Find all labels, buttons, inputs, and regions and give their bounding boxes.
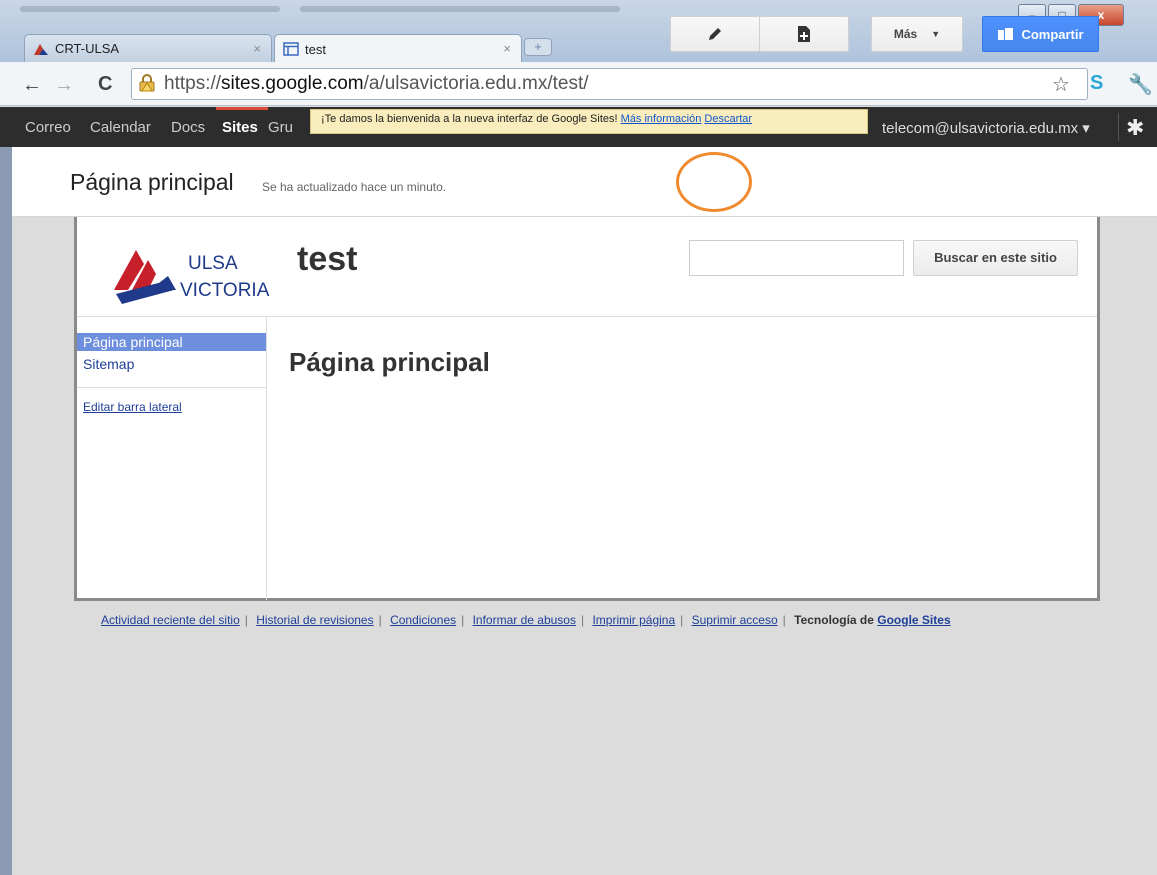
highlight-circle-annotation: [676, 152, 752, 212]
url-scheme: https://: [164, 73, 222, 94]
reload-icon[interactable]: C: [98, 73, 112, 96]
dismiss-link[interactable]: Descartar: [704, 113, 752, 125]
footer-link-google-sites[interactable]: Google Sites: [877, 613, 950, 627]
share-label: Compartir: [1021, 26, 1084, 42]
sidebar-divider: [77, 387, 267, 388]
bookmark-star-icon[interactable]: ☆: [1052, 72, 1070, 97]
footer-link-recent-activity[interactable]: Actividad reciente del sitio: [101, 613, 240, 627]
sidebar-item-sitemap[interactable]: Sitemap: [83, 356, 134, 372]
footer-link-report-abuse[interactable]: Informar de abusos: [473, 613, 576, 627]
more-info-link[interactable]: Más información: [621, 113, 702, 125]
ulsa-favicon-icon: [34, 43, 48, 55]
gbar-link-correo[interactable]: Correo: [25, 119, 71, 136]
gbar-divider: [1118, 113, 1119, 141]
gear-icon[interactable]: ✱: [1126, 115, 1144, 141]
sites-favicon-icon: [283, 42, 299, 56]
logo-text-ulsa: ULSA: [188, 253, 238, 274]
page-title: Página principal: [70, 169, 234, 195]
tab-close-icon[interactable]: ×: [503, 41, 511, 56]
wrench-icon[interactable]: 🔧: [1128, 72, 1153, 97]
footer-separator: |: [378, 613, 382, 627]
chevron-down-icon: ▼: [931, 29, 941, 39]
sidebar-item-home[interactable]: Página principal: [77, 333, 266, 351]
gbar-link-calendar[interactable]: Calendar: [90, 119, 151, 136]
gbar-link-docs[interactable]: Docs: [171, 119, 205, 136]
blurred-background: [300, 6, 620, 12]
footer-link-remove-access[interactable]: Suprimir acceso: [692, 613, 778, 627]
edit-sidebar-link[interactable]: Editar barra lateral: [83, 400, 182, 414]
new-page-icon: [798, 26, 810, 42]
footer-separator: |: [782, 613, 786, 627]
tab-crt-ulsa[interactable]: CRT-ULSA ×: [24, 34, 272, 62]
new-tab-button[interactable]: +: [524, 38, 552, 56]
welcome-notice: ¡Te damos la bienvenida a la nueva inter…: [310, 109, 868, 134]
tab-close-icon[interactable]: ×: [253, 41, 261, 56]
logo-text-victoria: VICTORIA: [180, 280, 270, 301]
pencil-icon: [709, 28, 721, 40]
sites-action-bar: Página principal Se ha actualizado hace …: [0, 147, 1157, 217]
forward-icon[interactable]: →: [54, 74, 74, 97]
active-indicator: [216, 107, 268, 110]
new-page-button[interactable]: [759, 16, 849, 52]
footer-separator: |: [244, 613, 248, 627]
ulsa-logo-icon: [114, 250, 176, 304]
tab-label: test: [305, 41, 326, 57]
footer-powered-by: Tecnología de: [794, 613, 874, 627]
footer-link-revision-history[interactable]: Historial de revisiones: [256, 613, 373, 627]
url-host: sites.google.com: [221, 73, 364, 94]
edit-page-button[interactable]: [670, 16, 760, 52]
footer-link-print-page[interactable]: Imprimir página: [592, 613, 675, 627]
site-title[interactable]: test: [297, 240, 357, 279]
gbar-link-sites[interactable]: Sites: [222, 119, 258, 136]
more-actions-button[interactable]: Más ▼: [871, 16, 963, 52]
share-button[interactable]: Compartir: [982, 16, 1099, 52]
footer-separator: |: [680, 613, 684, 627]
site-search-input[interactable]: [689, 240, 904, 276]
skype-extension-icon[interactable]: S: [1090, 72, 1103, 95]
tab-label: CRT-ULSA: [55, 41, 120, 56]
footer-separator: |: [580, 613, 585, 627]
content-heading: Página principal: [289, 347, 490, 377]
tab-test[interactable]: test ×: [274, 34, 522, 63]
site-footer: Actividad reciente del sitio | Historial …: [101, 613, 951, 627]
url-path: /a/ulsavictoria.edu.mx/test/: [363, 73, 589, 94]
share-icon: [998, 28, 1014, 40]
window-left-edge: [0, 147, 12, 875]
security-warning-icon: [139, 74, 155, 92]
account-menu[interactable]: telecom@ulsavictoria.edu.mx ▾: [882, 119, 1090, 137]
address-bar[interactable]: https://sites.google.com/a/ulsavictoria.…: [131, 68, 1088, 100]
last-updated-text: Se ha actualizado hace un minuto.: [262, 180, 447, 194]
blurred-background: [20, 6, 280, 12]
site-search-button[interactable]: Buscar en este sitio: [913, 240, 1078, 276]
footer-link-terms[interactable]: Condiciones: [390, 613, 456, 627]
welcome-text: ¡Te damos la bienvenida a la nueva inter…: [321, 113, 618, 125]
more-label: Más: [893, 27, 918, 41]
back-icon[interactable]: ←: [22, 74, 42, 97]
footer-separator: |: [461, 613, 465, 627]
gbar-link-groups[interactable]: Gru: [268, 119, 293, 136]
